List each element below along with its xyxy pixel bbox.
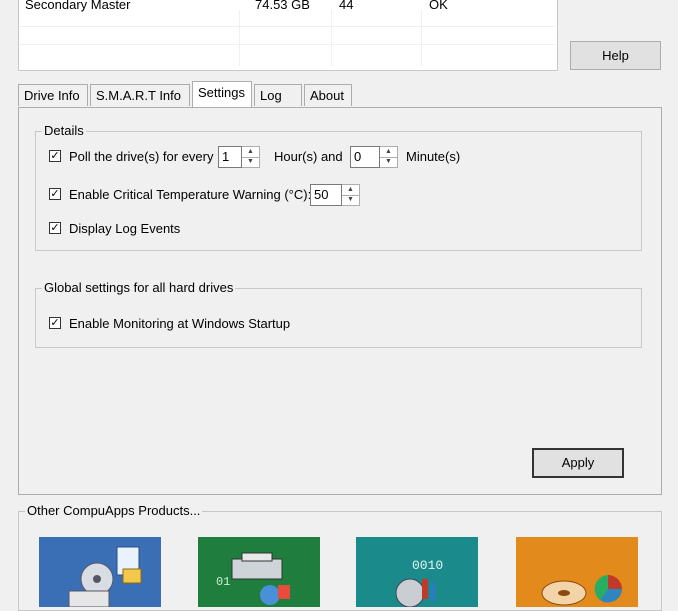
- disk-pie-icon: [516, 537, 638, 607]
- spin-down-icon[interactable]: ▼: [242, 157, 259, 167]
- log-events-checkbox[interactable]: ✓: [49, 222, 61, 234]
- column-divider: [421, 10, 422, 66]
- minutes-label: Minute(s): [406, 149, 461, 164]
- drive-status-cell: OK: [429, 0, 448, 12]
- poll-label: Poll the drive(s) for every: [69, 149, 214, 164]
- drive-backup-icon: [39, 537, 161, 607]
- details-group: Details ✓ Poll the drive(s) for every 1 …: [35, 123, 642, 251]
- critical-temp-label: Enable Critical Temperature Warning (°C)…: [69, 187, 312, 202]
- poll-minutes-input[interactable]: 0: [350, 146, 380, 168]
- tab-about[interactable]: About: [304, 84, 352, 106]
- product-disk-pie[interactable]: [516, 537, 638, 607]
- column-divider: [239, 10, 240, 66]
- poll-hours-input[interactable]: 1: [218, 146, 242, 168]
- poll-minutes-spinner[interactable]: ▲ ▼: [380, 146, 398, 168]
- global-settings-group: Global settings for all hard drives ✓ En…: [35, 280, 642, 348]
- tab-drive-info[interactable]: Drive Info: [18, 84, 88, 106]
- details-group-title: Details: [42, 123, 86, 138]
- drive-temp-cell: 44: [339, 0, 354, 12]
- startup-checkbox[interactable]: ✓: [49, 317, 61, 329]
- data-recovery-icon: 01: [198, 537, 320, 607]
- column-divider: [331, 10, 332, 66]
- tab-settings[interactable]: Settings: [192, 81, 252, 107]
- product-binary-disk[interactable]: 0010: [356, 537, 478, 607]
- poll-checkbox[interactable]: ✓: [49, 150, 61, 162]
- products-title: Other CompuApps Products...: [25, 503, 203, 518]
- svg-text:01: 01: [216, 575, 230, 589]
- global-settings-title: Global settings for all hard drives: [42, 280, 236, 295]
- drive-list[interactable]: Secondary Master 74.53 GB 44 OK: [18, 0, 558, 71]
- drive-name-cell: Secondary Master: [25, 0, 131, 12]
- svg-text:0010: 0010: [412, 558, 443, 573]
- tab-log[interactable]: Log: [254, 84, 302, 106]
- startup-label: Enable Monitoring at Windows Startup: [69, 316, 291, 331]
- row-divider: [19, 26, 555, 27]
- help-button[interactable]: Help: [570, 41, 661, 70]
- critical-temp-input[interactable]: 50: [310, 184, 342, 206]
- hours-label: Hour(s) and: [274, 149, 343, 164]
- spin-down-icon[interactable]: ▼: [342, 195, 359, 205]
- critical-temp-checkbox[interactable]: ✓: [49, 188, 61, 200]
- poll-hours-spinner[interactable]: ▲ ▼: [242, 146, 260, 168]
- tab-smart-info[interactable]: S.M.A.R.T Info: [90, 84, 190, 106]
- apply-button[interactable]: Apply: [532, 448, 624, 478]
- spin-down-icon[interactable]: ▼: [380, 157, 397, 167]
- critical-temp-spinner[interactable]: ▲ ▼: [342, 184, 360, 206]
- settings-panel: Details ✓ Poll the drive(s) for every 1 …: [18, 107, 662, 495]
- product-drive-backup[interactable]: [39, 537, 161, 607]
- row-divider: [19, 44, 555, 45]
- product-data-recovery[interactable]: 01: [198, 537, 320, 607]
- binary-disk-icon: 0010: [356, 537, 478, 607]
- log-events-label: Display Log Events: [69, 221, 181, 236]
- drive-size-cell: 74.53 GB: [255, 0, 310, 12]
